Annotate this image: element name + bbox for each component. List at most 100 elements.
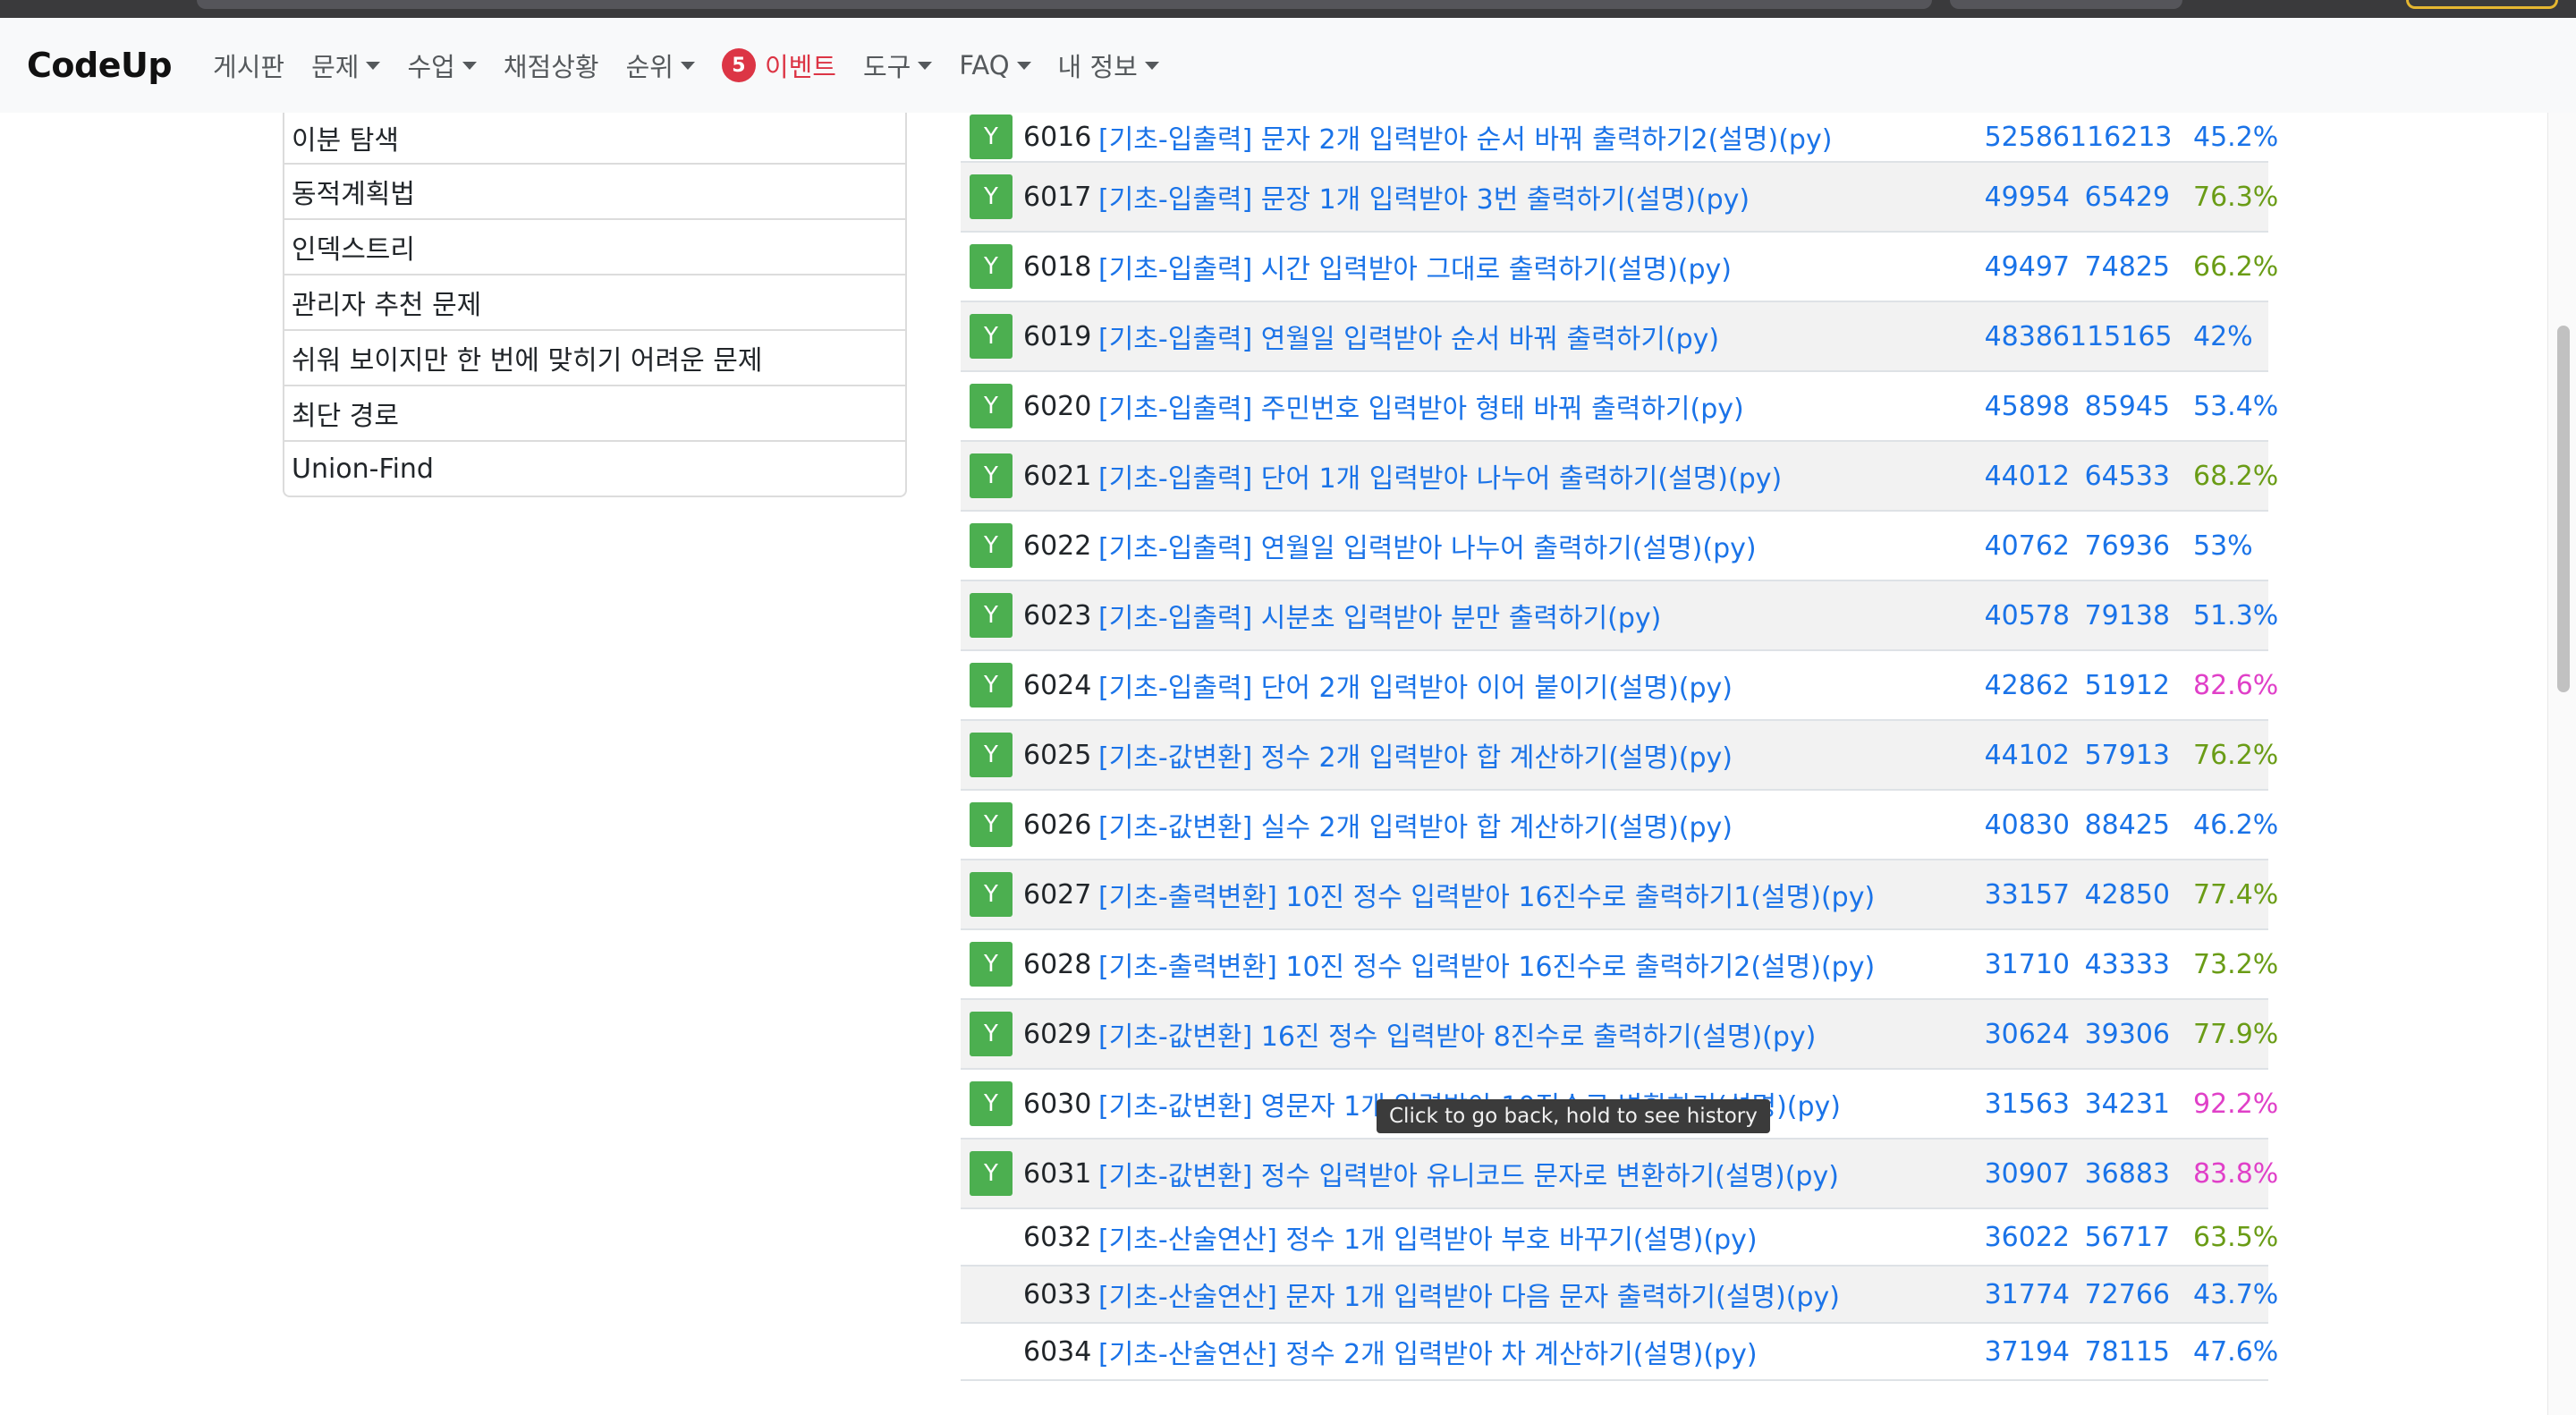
category-item[interactable]: 쉬워 보이지만 한 번에 맞히기 어려운 문제: [284, 329, 905, 385]
page-scrollbar[interactable]: [2547, 113, 2576, 1415]
table-row: 6034 [기초-산술연산] 정수 2개 입력받아 차 계산하기(설명)(py) 3…: [961, 1324, 2279, 1381]
address-bar[interactable]: [197, 0, 1932, 9]
problem-title-link[interactable]: [기초-산술연산] 정수 1개 입력받아 부호 바꾸기(설명)(py): [1098, 1217, 1977, 1257]
category-item[interactable]: 동적계획법: [284, 163, 905, 218]
submit-count-link[interactable]: 51912: [2070, 670, 2170, 701]
solved-cell: Y: [961, 1151, 1023, 1196]
problem-title-link[interactable]: [기초-입출력] 문장 1개 입력받아 3번 출력하기(설명)(py): [1098, 177, 1977, 216]
correct-count-link[interactable]: 52586: [1977, 122, 2070, 153]
problem-title-link[interactable]: [기초-출력변환] 10진 정수 입력받아 16진수로 출력하기2(설명)(py…: [1098, 945, 1977, 984]
submit-count-link[interactable]: 42850: [2070, 879, 2170, 911]
browser-button[interactable]: [2406, 0, 2558, 9]
correct-count-link[interactable]: 31710: [1977, 949, 2070, 980]
problem-id: 6030: [1023, 1088, 1092, 1120]
correct-count-link[interactable]: 40830: [1977, 809, 2070, 841]
problem-title-link[interactable]: [기초-입출력] 연월일 입력받아 나누어 출력하기(설명)(py): [1098, 526, 1977, 565]
category-item[interactable]: Union-Find: [284, 440, 905, 496]
solved-badge: Y: [970, 1081, 1013, 1126]
nav-item-event-label: 이벤트: [764, 52, 836, 82]
correct-count-link[interactable]: 40578: [1977, 600, 2070, 631]
submit-count-link[interactable]: 78115: [2070, 1336, 2170, 1368]
accept-rate: 76.3%: [2193, 181, 2279, 213]
correct-count-link[interactable]: 36022: [1977, 1222, 2070, 1253]
category-item[interactable]: 최단 경로: [284, 385, 905, 440]
solved-cell: Y: [961, 1081, 1023, 1126]
submit-count-link[interactable]: 34231: [2070, 1089, 2170, 1120]
problem-title-link[interactable]: [기초-입출력] 시간 입력받아 그대로 출력하기(설명)(py): [1098, 247, 1977, 286]
submit-count-link[interactable]: 85945: [2070, 391, 2170, 422]
nav-item-items2-2[interactable]: 내 정보: [1058, 47, 1159, 84]
submit-count-link[interactable]: 57913: [2070, 740, 2170, 771]
submit-count-link[interactable]: 36883: [2070, 1158, 2170, 1190]
event-count-badge: 5: [721, 48, 756, 82]
nav-item-items-1[interactable]: 문제: [311, 47, 381, 84]
problem-title-link[interactable]: [기초-값변환] 정수 입력받아 유니코드 문자로 변환하기(설명)(py): [1098, 1154, 1977, 1193]
correct-count-link[interactable]: 48386: [1977, 321, 2070, 352]
category-item[interactable]: 관리자 추천 문제: [284, 274, 905, 329]
scrollbar-thumb[interactable]: [2557, 326, 2570, 692]
correct-count-link[interactable]: 44102: [1977, 740, 2070, 771]
problem-title-link[interactable]: [기초-입출력] 연월일 입력받아 순서 바꿔 출력하기(py): [1098, 317, 1977, 356]
table-row: Y 6021 [기초-입출력] 단어 1개 입력받아 나누어 출력하기(설명)(py…: [961, 442, 2278, 512]
correct-count-link[interactable]: 31563: [1977, 1089, 2070, 1120]
problem-title-link[interactable]: [기초-값변환] 정수 2개 입력받아 합 계산하기(설명)(py): [1098, 735, 1977, 775]
correct-count-link[interactable]: 42862: [1977, 670, 2070, 701]
submit-count-link[interactable]: 74825: [2070, 251, 2170, 283]
problem-title-link[interactable]: [기초-입출력] 문자 2개 입력받아 순서 바꿔 출력하기2(설명)(py): [1098, 117, 1977, 157]
nav-item-items-2[interactable]: 수업: [407, 47, 477, 84]
problem-title-link[interactable]: [기초-값변환] 16진 정수 입력받아 8진수로 출력하기(설명)(py): [1098, 1014, 1977, 1054]
nav-item-items-3[interactable]: 채점상황: [504, 47, 599, 84]
submit-count-link[interactable]: 116213: [2070, 122, 2173, 153]
solved-cell: Y: [961, 314, 1023, 359]
problem-id: 6025: [1023, 739, 1092, 771]
caret-down-icon: [1144, 61, 1159, 70]
problem-title-link[interactable]: [기초-입출력] 단어 2개 입력받아 이어 붙이기(설명)(py): [1098, 665, 1977, 705]
problem-title-link[interactable]: [기초-입출력] 단어 1개 입력받아 나누어 출력하기(설명)(py): [1098, 456, 1977, 496]
browser-control[interactable]: [1950, 0, 2182, 9]
submit-count-link[interactable]: 115165: [2070, 321, 2173, 352]
nav-item-items-4[interactable]: 순위: [626, 47, 695, 84]
problem-title-link[interactable]: [기초-출력변환] 10진 정수 입력받아 16진수로 출력하기1(설명)(py…: [1098, 875, 1977, 914]
problem-title-link[interactable]: [기초-값변환] 실수 2개 입력받아 합 계산하기(설명)(py): [1098, 805, 1977, 844]
nav-item-items2-1[interactable]: FAQ: [959, 50, 1031, 80]
table-row: Y 6018 [기초-입출력] 시간 입력받아 그대로 출력하기(설명)(py) 49…: [961, 233, 2278, 302]
nav-item-items-0[interactable]: 게시판: [213, 47, 284, 84]
correct-count-link[interactable]: 49497: [1977, 251, 2070, 283]
correct-count-link[interactable]: 31774: [1977, 1279, 2070, 1310]
correct-count-link[interactable]: 45898: [1977, 391, 2070, 422]
submit-count-link[interactable]: 65429: [2070, 182, 2170, 213]
submit-count-link[interactable]: 79138: [2070, 600, 2170, 631]
correct-count-link[interactable]: 30907: [1977, 1158, 2070, 1190]
submit-count-link[interactable]: 72766: [2070, 1279, 2170, 1310]
accept-rate: 82.6%: [2193, 669, 2279, 701]
category-item[interactable]: 이분 탐색: [284, 113, 905, 163]
problem-title-link[interactable]: [기초-산술연산] 정수 2개 입력받아 차 계산하기(설명)(py): [1098, 1332, 1977, 1371]
submit-count-link[interactable]: 56717: [2070, 1222, 2170, 1253]
solved-cell: Y: [961, 663, 1023, 708]
nav-item-event[interactable]: 5 이벤트: [721, 47, 836, 84]
problem-title-link[interactable]: [기초-입출력] 시분초 입력받아 분만 출력하기(py): [1098, 596, 1977, 635]
submit-count-link[interactable]: 43333: [2070, 949, 2170, 980]
correct-count-link[interactable]: 37194: [1977, 1336, 2070, 1368]
nav-item-label: 문제: [311, 52, 360, 82]
brand-logo[interactable]: CodeUp: [27, 46, 173, 85]
correct-count-link[interactable]: 33157: [1977, 879, 2070, 911]
correct-count-link[interactable]: 44012: [1977, 461, 2070, 492]
category-item[interactable]: 인덱스트리: [284, 218, 905, 274]
submit-count-link[interactable]: 76936: [2070, 530, 2170, 562]
correct-count-link[interactable]: 49954: [1977, 182, 2070, 213]
table-row: 6032 [기초-산술연산] 정수 1개 입력받아 부호 바꾸기(설명)(py) 3…: [961, 1209, 2278, 1267]
submit-count-link[interactable]: 64533: [2070, 461, 2170, 492]
solved-badge: Y: [970, 244, 1013, 289]
problem-title-link[interactable]: [기초-입출력] 주민번호 입력받아 형태 바꿔 출력하기(py): [1098, 386, 1977, 426]
problem-title-link[interactable]: [기초-산술연산] 문자 1개 입력받아 다음 문자 출력하기(설명)(py): [1098, 1275, 1977, 1314]
accept-rate: 47.6%: [2193, 1335, 2279, 1368]
nav-item-items2-0[interactable]: 도구: [863, 47, 933, 84]
correct-count-link[interactable]: 30624: [1977, 1019, 2070, 1050]
correct-count-link[interactable]: 40762: [1977, 530, 2070, 562]
accept-rate: 83.8%: [2193, 1157, 2279, 1190]
solved-badge: Y: [970, 802, 1013, 847]
submit-count-link[interactable]: 88425: [2070, 809, 2170, 841]
submit-count-link[interactable]: 39306: [2070, 1019, 2170, 1050]
solved-badge: Y: [970, 174, 1013, 219]
